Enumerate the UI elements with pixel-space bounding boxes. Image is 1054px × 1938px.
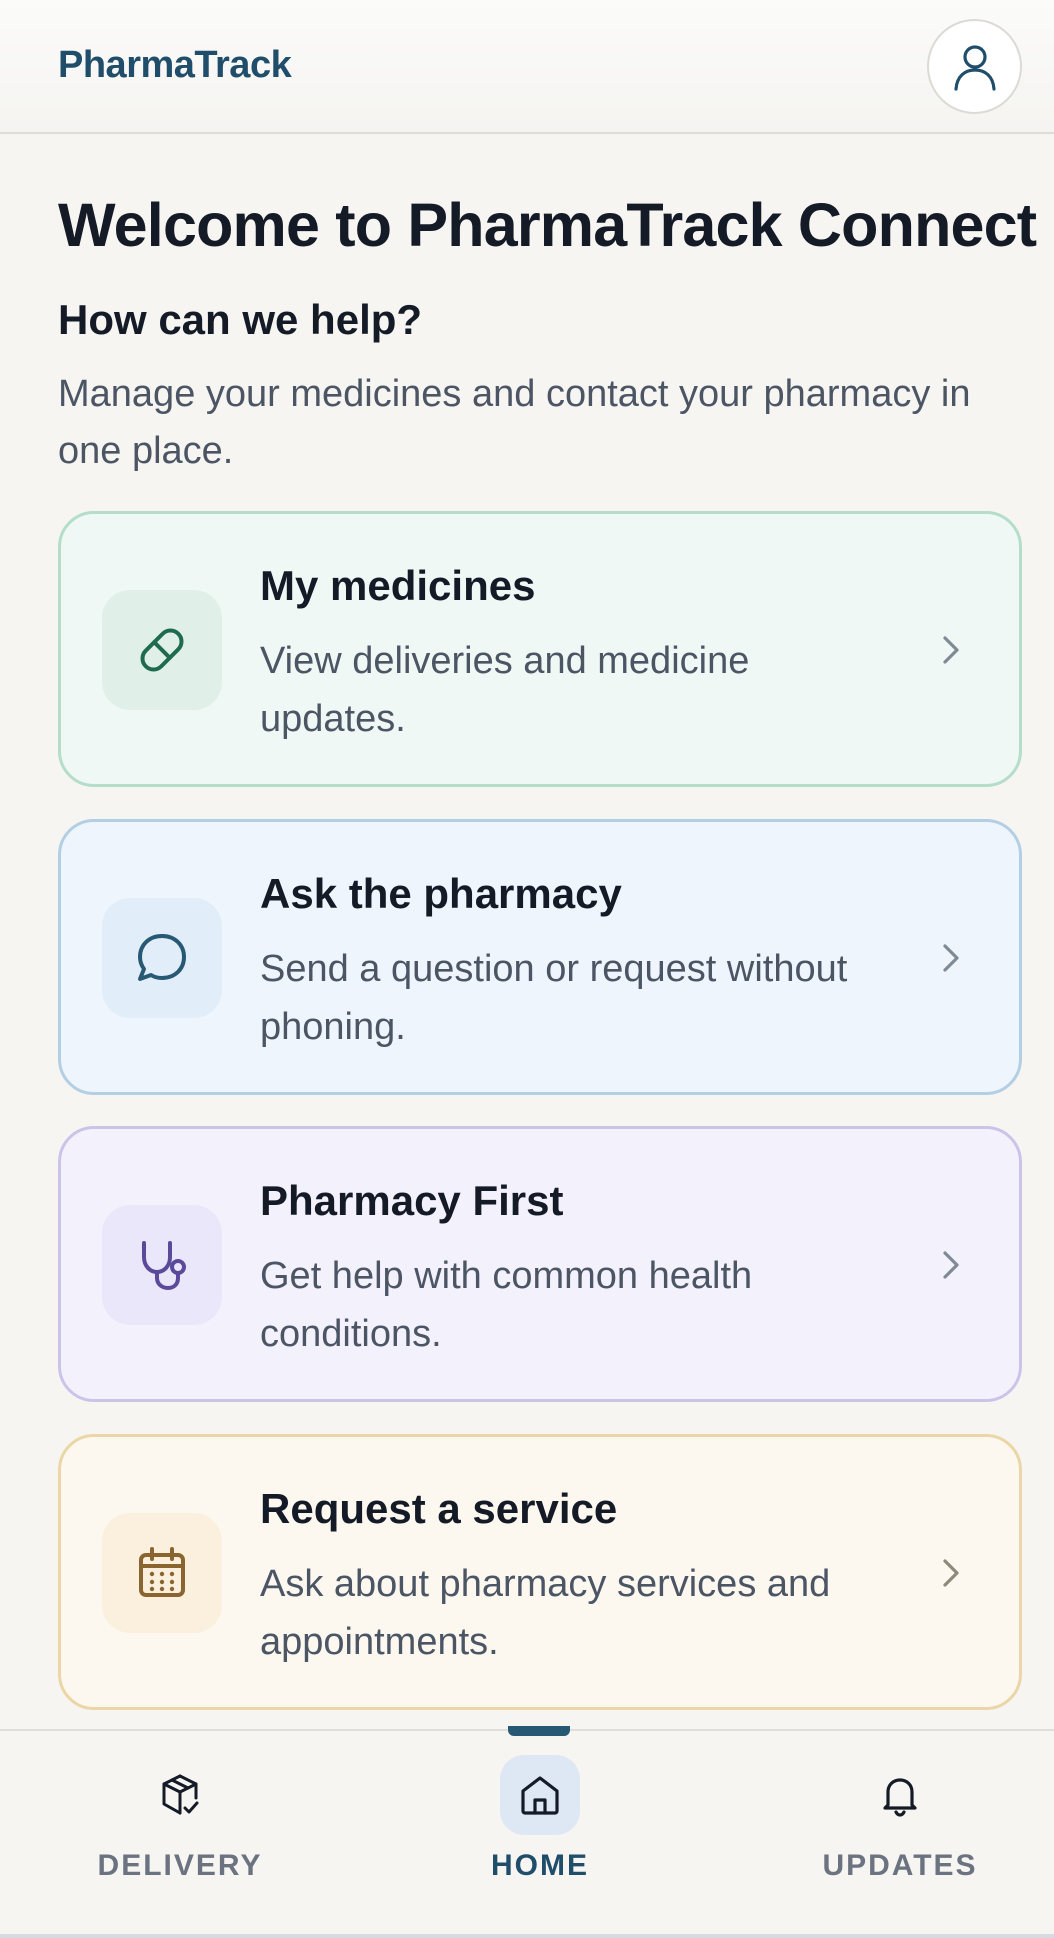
pill-icon bbox=[140, 628, 184, 672]
card-title: Request a service bbox=[260, 1485, 618, 1532]
card-my-medicines[interactable]: My medicines View deliveries and medicin… bbox=[58, 511, 1022, 787]
page-title: Welcome to PharmaTrack Connect bbox=[58, 191, 1037, 259]
card-title: Ask the pharmacy bbox=[260, 870, 622, 917]
user-icon bbox=[953, 44, 996, 91]
nav-label: HOME bbox=[491, 1849, 589, 1882]
chat-bubble-icon bbox=[138, 934, 186, 981]
bottom-navigation: DELIVERY HOME UPDATES bbox=[0, 1729, 1054, 1938]
card-description: Ask about pharmacy services and appointm… bbox=[260, 1563, 831, 1663]
card-pharmacy-first[interactable]: Pharmacy First Get help with common heal… bbox=[58, 1126, 1022, 1402]
calendar-icon bbox=[139, 1547, 185, 1597]
card-description: View deliveries and medicine updates. bbox=[260, 640, 750, 740]
chevron-right-icon bbox=[943, 1251, 959, 1279]
card-description: Get help with common health conditions. bbox=[260, 1255, 753, 1355]
card-ask-the-pharmacy[interactable]: Ask the pharmacy Send a question or requ… bbox=[58, 819, 1022, 1095]
intro-text: Manage your medicines and contact your p… bbox=[58, 373, 971, 472]
package-check-icon bbox=[162, 1774, 199, 1815]
home-icon bbox=[521, 1776, 559, 1815]
chevron-right-icon bbox=[943, 944, 959, 972]
stethoscope-icon bbox=[142, 1241, 186, 1290]
nav-icon-wrap bbox=[500, 1755, 580, 1835]
nav-item-delivery[interactable]: DELIVERY bbox=[30, 1731, 330, 1936]
card-title: Pharmacy First bbox=[260, 1177, 564, 1224]
nav-bottom-edge bbox=[0, 1934, 1054, 1938]
app-header: PharmaTrack bbox=[0, 0, 1054, 134]
help-heading: How can we help? bbox=[58, 296, 423, 343]
card-icon-tile bbox=[102, 590, 222, 710]
nav-item-updates[interactable]: UPDATES bbox=[750, 1731, 1050, 1936]
nav-icon-wrap bbox=[860, 1755, 940, 1835]
card-icon-tile bbox=[102, 1513, 222, 1633]
card-icon-tile bbox=[102, 1205, 222, 1325]
active-tab-indicator bbox=[508, 1726, 570, 1736]
card-icon-tile bbox=[102, 898, 222, 1018]
bell-icon bbox=[883, 1778, 917, 1817]
nav-label: UPDATES bbox=[822, 1849, 978, 1882]
nav-icon-wrap bbox=[140, 1755, 220, 1835]
nav-label: DELIVERY bbox=[97, 1849, 263, 1882]
chevron-right-icon bbox=[943, 1559, 959, 1587]
brand-logo[interactable]: PharmaTrack bbox=[58, 44, 292, 87]
card-title: My medicines bbox=[260, 562, 536, 609]
card-description: Send a question or request without phoni… bbox=[260, 948, 848, 1048]
profile-button[interactable] bbox=[927, 19, 1022, 114]
card-request-a-service[interactable]: Request a service Ask about pharmacy ser… bbox=[58, 1434, 1022, 1710]
nav-item-home[interactable]: HOME bbox=[390, 1731, 690, 1936]
chevron-right-icon bbox=[943, 636, 959, 664]
